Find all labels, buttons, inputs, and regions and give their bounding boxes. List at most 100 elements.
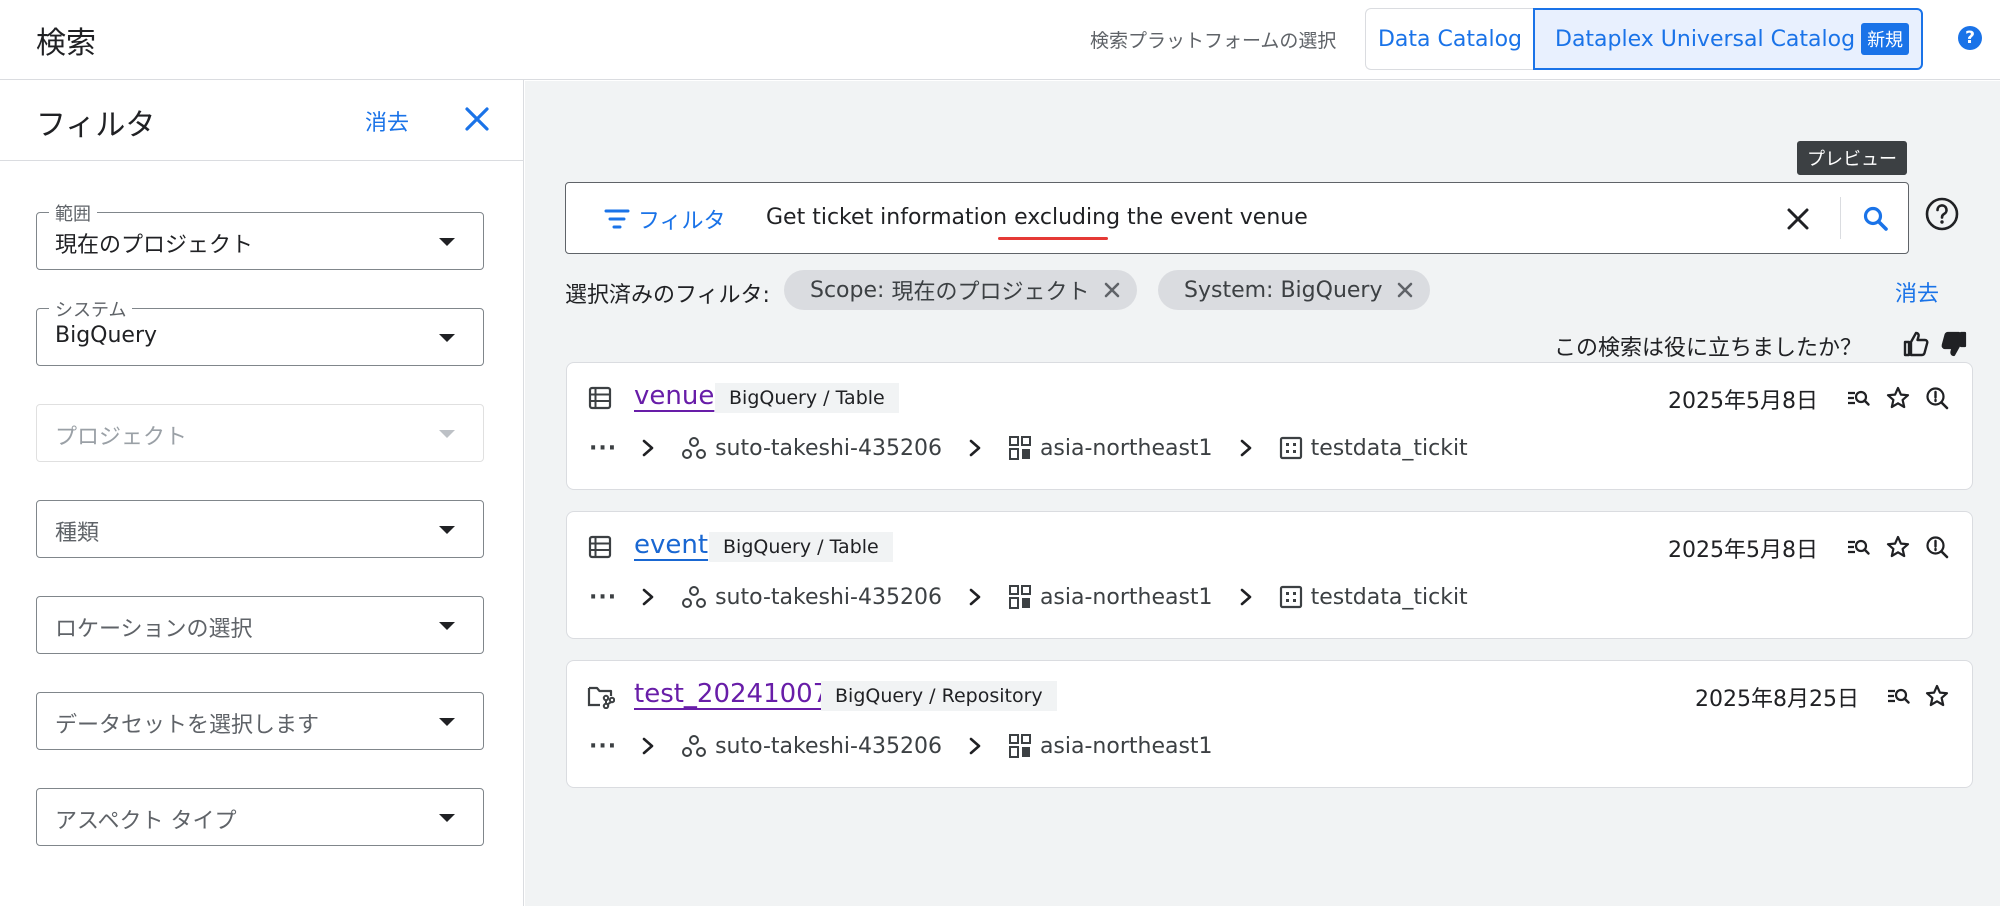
filter-list-icon <box>604 209 630 229</box>
result-card[interactable]: venue BigQuery / Table 2025年5月8日 ··· sut… <box>566 362 1973 490</box>
clear-search-icon[interactable] <box>1784 205 1812 233</box>
location-grid-icon <box>1008 585 1031 609</box>
filter-chip-system[interactable]: System: BigQuery <box>1158 270 1431 310</box>
result-title-link[interactable]: event <box>634 530 708 560</box>
chip-value: BigQuery <box>1280 277 1383 303</box>
search-icon[interactable] <box>1860 203 1892 235</box>
type-dropdown[interactable]: 種類 <box>36 500 484 558</box>
more-horiz-icon[interactable]: ··· <box>589 734 617 759</box>
feedback-question: この検索は役に立ちましたか？ <box>1554 336 1863 361</box>
result-card[interactable]: event BigQuery / Table 2025年5月8日 ··· sut… <box>566 511 1973 639</box>
star-icon[interactable] <box>1885 385 1911 411</box>
chevron-right-icon[interactable] <box>641 438 655 458</box>
system-dropdown-value: BigQuery <box>55 323 158 348</box>
breadcrumb-project[interactable]: suto-takeshi-435206 <box>681 435 942 461</box>
chevron-right-icon[interactable] <box>1239 438 1253 458</box>
result-type-badge: BigQuery / Table <box>709 532 893 562</box>
result-card[interactable]: test_20241007 BigQuery / Repository 2025… <box>566 660 1973 788</box>
divider <box>1840 197 1841 239</box>
chevron-right-icon[interactable] <box>968 736 982 756</box>
star-icon[interactable] <box>1924 683 1950 709</box>
filter-panel-title: フィルタ <box>36 108 156 143</box>
result-title-link[interactable]: test_20241007 <box>634 679 829 709</box>
dropdown-arrow-icon <box>439 814 455 822</box>
dataset-dropdown[interactable]: データセットを選択します <box>36 692 484 750</box>
platform-option-label: Data Catalog <box>1377 26 1522 52</box>
breadcrumb-label: asia-northeast1 <box>1039 733 1213 759</box>
remove-chip-icon[interactable] <box>1396 281 1414 299</box>
breadcrumb-location[interactable]: asia-northeast1 <box>1008 584 1213 610</box>
remove-chip-icon[interactable] <box>1103 281 1121 299</box>
filter-chip-scope[interactable]: Scope: 現在のプロジェクト <box>784 270 1138 310</box>
more-horiz-icon[interactable]: ··· <box>589 585 617 610</box>
aspect-type-dropdown-placeholder: アスペクト タイプ <box>55 809 237 834</box>
thumbs-down-icon[interactable] <box>1940 330 1968 358</box>
location-dropdown[interactable]: ロケーションの選択 <box>36 596 484 654</box>
chevron-right-icon[interactable] <box>641 587 655 607</box>
spellcheck-underline <box>998 237 1108 240</box>
search-help-icon[interactable] <box>1924 196 1960 232</box>
breadcrumb-location[interactable]: asia-northeast1 <box>1008 435 1213 461</box>
chip-key: Scope: <box>810 277 885 303</box>
chevron-right-icon[interactable] <box>968 587 982 607</box>
preview-search-icon[interactable] <box>1845 534 1871 560</box>
project-dropdown: プロジェクト <box>36 404 484 462</box>
dropdown-arrow-icon <box>439 334 455 342</box>
filter-clear-link[interactable]: 消去 <box>365 105 409 137</box>
breadcrumb-label: suto-takeshi-435206 <box>715 733 942 759</box>
scope-dropdown-value: 現在のプロジェクト <box>55 233 254 258</box>
project-hub-icon <box>682 735 707 757</box>
chevron-right-icon[interactable] <box>968 438 982 458</box>
result-title-link[interactable]: venue <box>634 381 714 411</box>
star-icon[interactable] <box>1885 534 1911 560</box>
chevron-right-icon[interactable] <box>641 736 655 756</box>
chevron-right-icon[interactable] <box>1239 587 1253 607</box>
system-dropdown-label: システム <box>49 296 133 322</box>
breadcrumb-dataset[interactable]: testdata_tickit <box>1279 436 1468 461</box>
table-icon <box>587 385 613 411</box>
page-title: 検索 <box>36 26 96 61</box>
query-insights-icon[interactable] <box>1924 534 1950 560</box>
dataset-dropdown-placeholder: データセットを選択します <box>55 713 320 738</box>
result-type-badge: BigQuery / Table <box>715 383 899 413</box>
system-dropdown[interactable]: システム BigQuery <box>36 296 484 366</box>
breadcrumb: ··· suto-takeshi-435206 asia-northeast1 … <box>589 584 1494 610</box>
dataset-icon <box>1279 585 1302 609</box>
scope-dropdown[interactable]: 範囲 現在のプロジェクト <box>36 200 484 270</box>
chip-value: 現在のプロジェクト <box>891 280 1090 305</box>
help-icon[interactable]: ? <box>1958 26 1982 50</box>
breadcrumb-label: testdata_tickit <box>1310 435 1468 461</box>
breadcrumb-project[interactable]: suto-takeshi-435206 <box>681 584 942 610</box>
dropdown-arrow-icon <box>439 430 455 438</box>
aspect-type-dropdown[interactable]: アスペクト タイプ <box>36 788 484 846</box>
location-grid-icon <box>1008 734 1031 758</box>
clear-filters-link[interactable]: 消去 <box>1895 276 1939 308</box>
search-input[interactable]: Get ticket information excluding the eve… <box>766 205 1308 230</box>
new-badge: 新規 <box>1861 23 1910 55</box>
breadcrumb-label: suto-takeshi-435206 <box>715 584 942 610</box>
preview-tooltip: プレビュー <box>1797 141 1907 175</box>
more-horiz-icon[interactable]: ··· <box>589 436 617 461</box>
preview-search-icon[interactable] <box>1845 385 1871 411</box>
thumbs-up-icon[interactable] <box>1902 330 1930 358</box>
platform-option-data-catalog[interactable]: Data Catalog <box>1365 8 1534 70</box>
dataset-icon <box>1279 436 1302 460</box>
divider <box>0 160 524 161</box>
platform-option-dataplex[interactable]: Dataplex Universal Catalog 新規 <box>1533 8 1923 70</box>
breadcrumb-label: asia-northeast1 <box>1039 435 1213 461</box>
breadcrumb-project[interactable]: suto-takeshi-435206 <box>681 733 942 759</box>
breadcrumb-dataset[interactable]: testdata_tickit <box>1279 585 1468 610</box>
result-date: 2025年8月25日 <box>1695 687 1859 712</box>
selected-filters-label: 選択済みのフィルタ: <box>565 283 770 308</box>
preview-search-icon[interactable] <box>1885 683 1911 709</box>
search-filter-button[interactable]: フィルタ <box>604 203 726 235</box>
breadcrumb-location[interactable]: asia-northeast1 <box>1008 733 1213 759</box>
dropdown-arrow-icon <box>439 238 455 246</box>
close-icon[interactable] <box>462 104 492 134</box>
location-dropdown-placeholder: ロケーションの選択 <box>55 617 253 642</box>
project-hub-icon <box>682 437 707 459</box>
breadcrumb-label: asia-northeast1 <box>1039 584 1213 610</box>
repository-icon <box>587 683 615 709</box>
result-type-badge: BigQuery / Repository <box>821 681 1057 711</box>
query-insights-icon[interactable] <box>1924 385 1950 411</box>
